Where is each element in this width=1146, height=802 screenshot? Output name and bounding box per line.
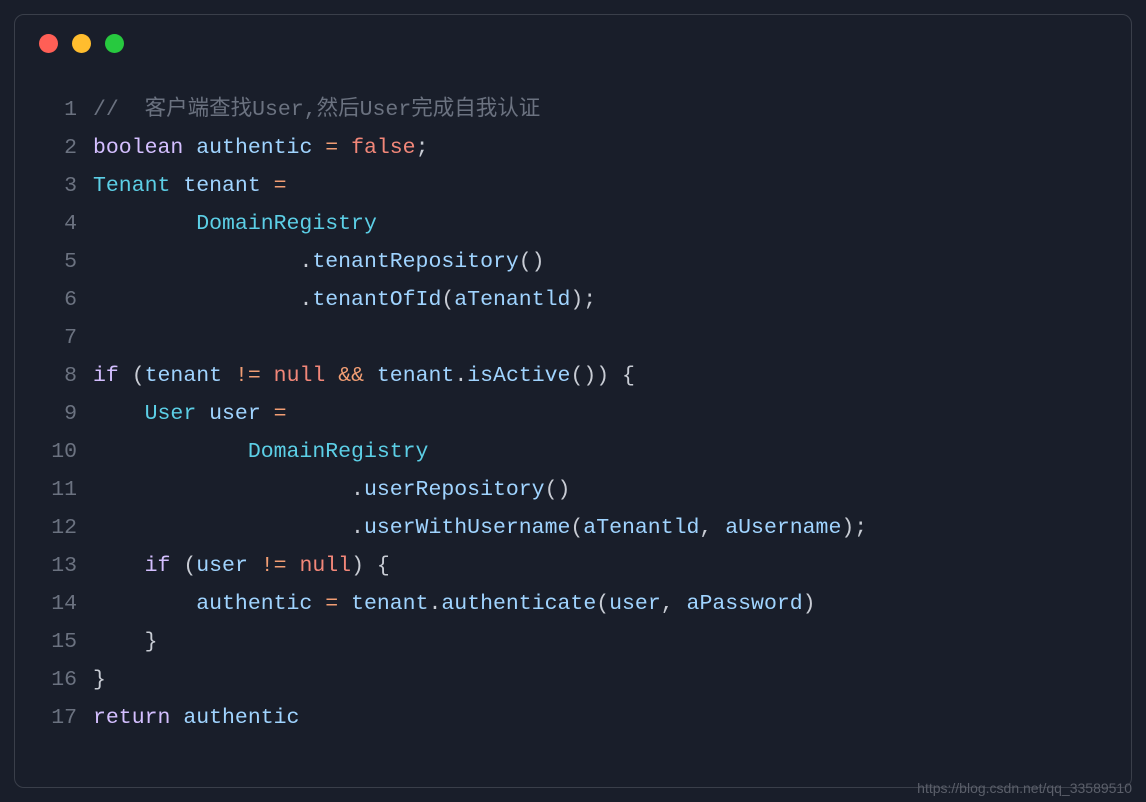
line-content: .userWithUsername(aTenantld, aUsername); <box>93 509 1131 547</box>
line-content: if (tenant != null && tenant.isActive())… <box>93 357 1131 395</box>
line-number: 11 <box>15 471 93 509</box>
code-line: 7 <box>15 319 1131 357</box>
code-line: 12 .userWithUsername(aTenantld, aUsernam… <box>15 509 1131 547</box>
line-number: 3 <box>15 167 93 205</box>
titlebar <box>15 15 1131 71</box>
line-content: } <box>93 623 1131 661</box>
line-number: 15 <box>15 623 93 661</box>
code-line: 11 .userRepository() <box>15 471 1131 509</box>
line-number: 1 <box>15 91 93 129</box>
code-line: 16} <box>15 661 1131 699</box>
minimize-icon[interactable] <box>72 34 91 53</box>
code-line: 15 } <box>15 623 1131 661</box>
line-number: 2 <box>15 129 93 167</box>
zoom-icon[interactable] <box>105 34 124 53</box>
line-content: authentic = tenant.authenticate(user, aP… <box>93 585 1131 623</box>
line-content: // 客户端查找User,然后User完成自我认证 <box>93 91 1131 129</box>
line-number: 7 <box>15 319 93 357</box>
line-number: 17 <box>15 699 93 737</box>
line-number: 14 <box>15 585 93 623</box>
code-line: 14 authentic = tenant.authenticate(user,… <box>15 585 1131 623</box>
line-number: 5 <box>15 243 93 281</box>
code-line: 13 if (user != null) { <box>15 547 1131 585</box>
line-content <box>93 319 1131 357</box>
line-content: User user = <box>93 395 1131 433</box>
line-content: .tenantOfId(aTenantld); <box>93 281 1131 319</box>
code-editor: 1// 客户端查找User,然后User完成自我认证2boolean authe… <box>15 71 1131 737</box>
line-content: .userRepository() <box>93 471 1131 509</box>
code-line: 4 DomainRegistry <box>15 205 1131 243</box>
code-line: 2boolean authentic = false; <box>15 129 1131 167</box>
code-line: 9 User user = <box>15 395 1131 433</box>
line-number: 4 <box>15 205 93 243</box>
code-line: 17return authentic <box>15 699 1131 737</box>
line-content: .tenantRepository() <box>93 243 1131 281</box>
code-window: 1// 客户端查找User,然后User完成自我认证2boolean authe… <box>14 14 1132 788</box>
line-number: 9 <box>15 395 93 433</box>
close-icon[interactable] <box>39 34 58 53</box>
line-number: 10 <box>15 433 93 471</box>
code-line: 5 .tenantRepository() <box>15 243 1131 281</box>
code-line: 3Tenant tenant = <box>15 167 1131 205</box>
code-line: 8if (tenant != null && tenant.isActive()… <box>15 357 1131 395</box>
line-content: return authentic <box>93 699 1131 737</box>
watermark: https://blog.csdn.net/qq_33589510 <box>917 780 1132 796</box>
line-content: DomainRegistry <box>93 433 1131 471</box>
line-number: 8 <box>15 357 93 395</box>
code-line: 1// 客户端查找User,然后User完成自我认证 <box>15 91 1131 129</box>
code-line: 6 .tenantOfId(aTenantld); <box>15 281 1131 319</box>
line-content: boolean authentic = false; <box>93 129 1131 167</box>
line-number: 16 <box>15 661 93 699</box>
line-number: 13 <box>15 547 93 585</box>
line-content: DomainRegistry <box>93 205 1131 243</box>
line-content: Tenant tenant = <box>93 167 1131 205</box>
line-content: } <box>93 661 1131 699</box>
line-content: if (user != null) { <box>93 547 1131 585</box>
line-number: 6 <box>15 281 93 319</box>
line-number: 12 <box>15 509 93 547</box>
code-line: 10 DomainRegistry <box>15 433 1131 471</box>
